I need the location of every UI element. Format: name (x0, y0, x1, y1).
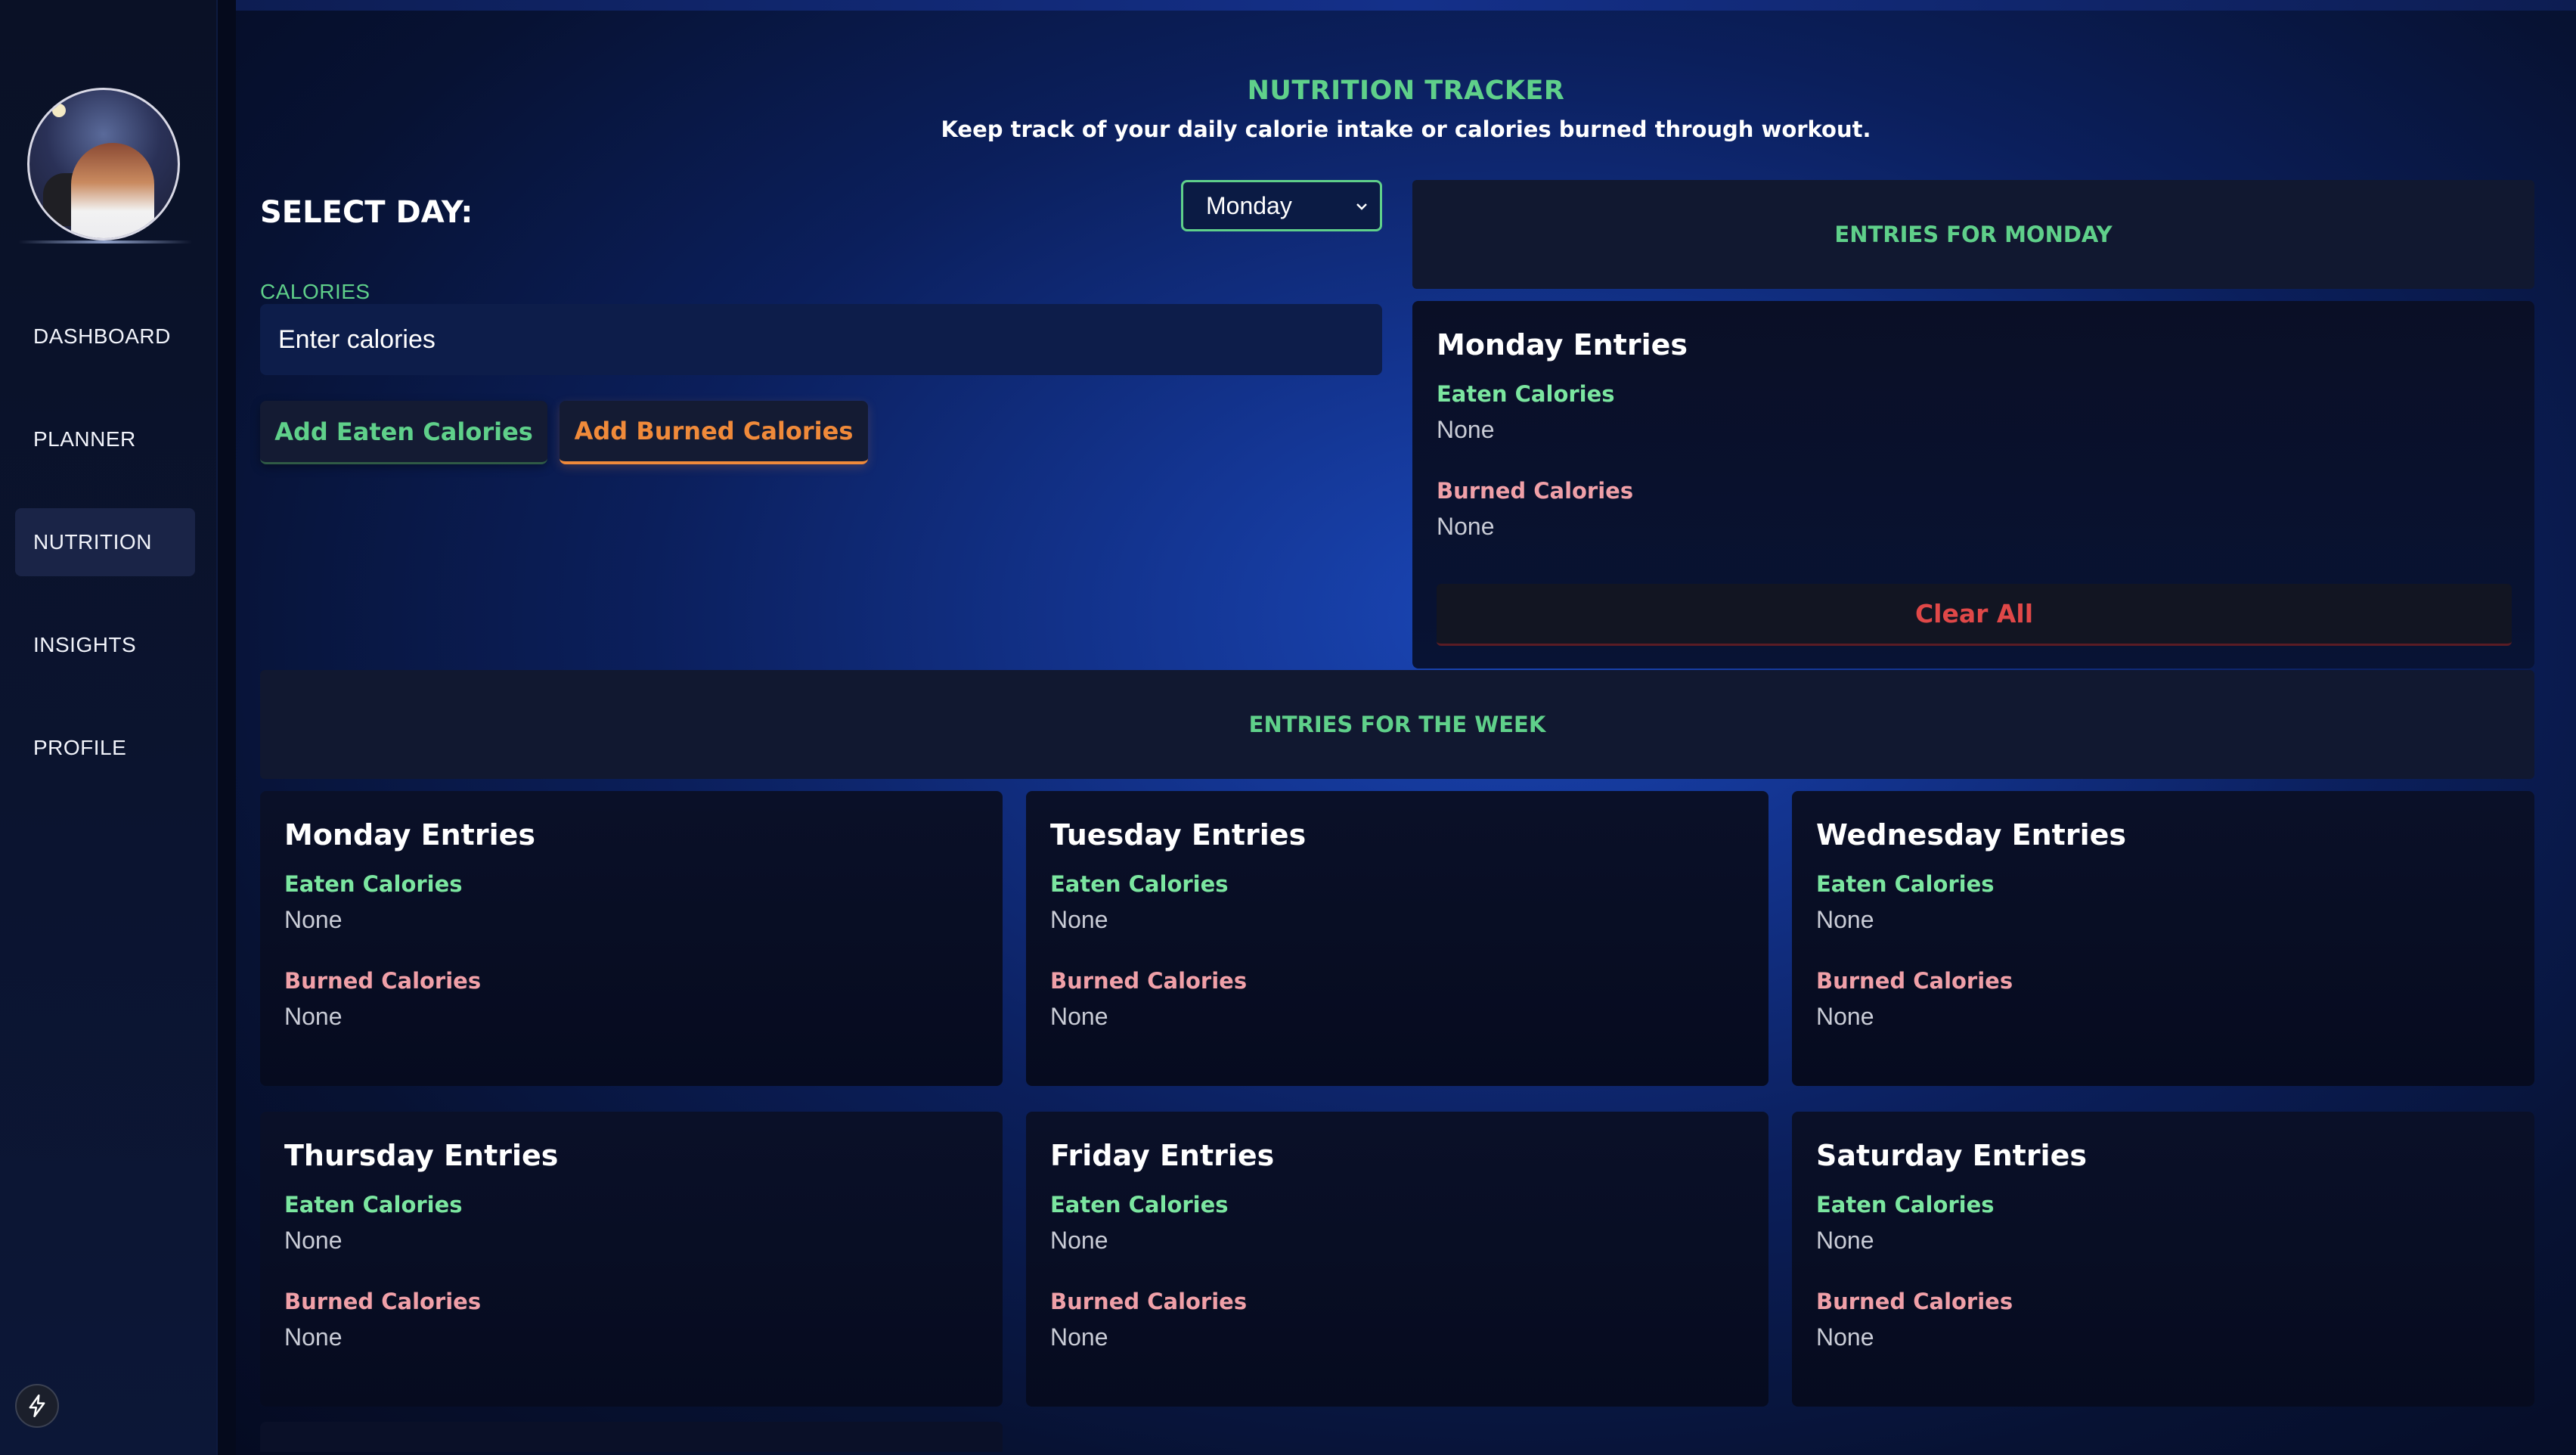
burned-label: Burned Calories (1437, 478, 1634, 504)
avatar-moon (52, 104, 66, 117)
avatar-figure (71, 143, 154, 238)
calories-label: CALORIES (260, 280, 370, 303)
burned-value: None (1816, 1323, 1874, 1351)
week-card-thursday: Thursday Entries Eaten Calories None Bur… (260, 1112, 1003, 1407)
eaten-label: Eaten Calories (284, 1192, 463, 1218)
calories-input[interactable]: Enter calories (260, 304, 1382, 375)
sidebar: DASHBOARD PLANNER NUTRITION INSIGHTS PRO… (0, 0, 218, 1455)
add-burned-calories-button[interactable]: Add Burned Calories (560, 401, 868, 464)
day-select[interactable]: Monday (1181, 180, 1382, 231)
select-day-label: SELECT DAY: (260, 195, 473, 230)
card-title: Saturday Entries (1816, 1139, 2087, 1172)
sidebar-item-nutrition[interactable]: NUTRITION (15, 508, 195, 576)
page-title: NUTRITION TRACKER (1247, 76, 1565, 106)
week-card-friday: Friday Entries Eaten Calories None Burne… (1026, 1112, 1768, 1407)
sidebar-item-label: NUTRITION (33, 530, 152, 554)
eaten-label: Eaten Calories (284, 871, 463, 897)
main-content: NUTRITION TRACKER Keep track of your dai… (236, 11, 2576, 1455)
sidebar-item-label: PLANNER (33, 427, 136, 451)
burned-label: Burned Calories (284, 968, 482, 994)
card-title: Monday Entries (284, 818, 535, 852)
calories-placeholder: Enter calories (278, 324, 436, 354)
burned-label: Burned Calories (1816, 1289, 2013, 1314)
eaten-value: None (1816, 906, 1874, 933)
sidebar-item-planner[interactable]: PLANNER (15, 405, 195, 473)
bolt-button[interactable] (15, 1384, 59, 1428)
burned-label: Burned Calories (284, 1289, 482, 1314)
eaten-value: None (284, 906, 343, 933)
sidebar-item-label: INSIGHTS (33, 633, 137, 656)
burned-value: None (1050, 1003, 1108, 1030)
selected-day-heading: ENTRIES FOR MONDAY (1412, 180, 2534, 289)
day-select-value: Monday (1206, 191, 1292, 219)
burned-value: None (284, 1323, 343, 1351)
card-title: Wednesday Entries (1816, 818, 2126, 852)
card-title: Thursday Entries (284, 1139, 559, 1172)
lightning-bolt-icon (29, 1395, 45, 1417)
eaten-label: Eaten Calories (1816, 1192, 1995, 1218)
sidebar-item-label: DASHBOARD (33, 324, 171, 348)
sidebar-nav: DASHBOARD PLANNER NUTRITION INSIGHTS PRO… (15, 302, 195, 817)
eaten-value: None (284, 1227, 343, 1254)
burned-value: None (1816, 1003, 1874, 1030)
avatar-divider (18, 240, 192, 244)
sidebar-item-label: PROFILE (33, 736, 127, 759)
sidebar-item-profile[interactable]: PROFILE (15, 714, 195, 782)
add-eaten-calories-button[interactable]: Add Eaten Calories (260, 401, 547, 464)
burned-label: Burned Calories (1050, 968, 1248, 994)
week-card-sunday-partial (260, 1422, 1003, 1452)
week-heading: ENTRIES FOR THE WEEK (260, 670, 2534, 779)
card-title: Monday Entries (1437, 328, 1688, 361)
week-card-monday: Monday Entries Eaten Calories None Burne… (260, 791, 1003, 1086)
burned-value: None (284, 1003, 343, 1030)
eaten-label: Eaten Calories (1816, 871, 1995, 897)
selected-day-card: Monday Entries Eaten Calories None Burne… (1412, 301, 2534, 669)
eaten-value: None (1050, 1227, 1108, 1254)
card-title: Friday Entries (1050, 1139, 1275, 1172)
card-title: Tuesday Entries (1050, 818, 1307, 852)
burned-label: Burned Calories (1050, 1289, 1248, 1314)
avatar[interactable] (27, 88, 180, 240)
eaten-value: None (1050, 906, 1108, 933)
burned-label: Burned Calories (1816, 968, 2013, 994)
eaten-label: Eaten Calories (1437, 381, 1615, 407)
page-subtitle: Keep track of your daily calorie intake … (941, 116, 1871, 142)
eaten-label: Eaten Calories (1050, 1192, 1229, 1218)
burned-value: None (1437, 513, 1495, 540)
week-card-wednesday: Wednesday Entries Eaten Calories None Bu… (1792, 791, 2534, 1086)
week-card-tuesday: Tuesday Entries Eaten Calories None Burn… (1026, 791, 1768, 1086)
top-edge (236, 0, 2576, 11)
clear-all-button[interactable]: Clear All (1437, 584, 2512, 646)
burned-value: None (1050, 1323, 1108, 1351)
chevron-down-icon (1356, 203, 1367, 210)
week-card-saturday: Saturday Entries Eaten Calories None Bur… (1792, 1112, 2534, 1407)
eaten-label: Eaten Calories (1050, 871, 1229, 897)
eaten-value: None (1816, 1227, 1874, 1254)
sidebar-item-insights[interactable]: INSIGHTS (15, 611, 195, 679)
sidebar-item-dashboard[interactable]: DASHBOARD (15, 302, 195, 371)
eaten-value: None (1437, 416, 1495, 443)
